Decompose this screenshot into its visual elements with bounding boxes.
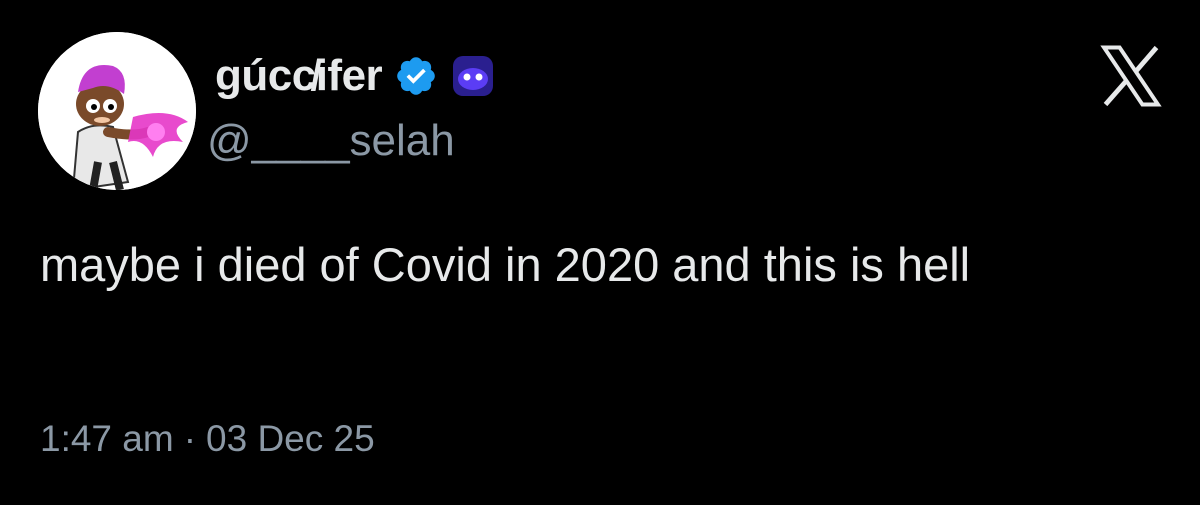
tweet-timestamp: 1:47 am · 03 Dec 25 [40,418,375,460]
x-logo-icon[interactable] [1093,40,1169,112]
author-display-name[interactable]: gúcc̸ifer [215,51,383,101]
tweet-card: gúcc̸ifer @____selah maybe i died of Cov… [0,0,1200,505]
tweet-time[interactable]: 1:47 am [40,418,174,460]
tweet-date[interactable]: 03 Dec 25 [206,418,375,460]
author-avatar[interactable] [38,32,196,190]
tweet-text: maybe i died of Covid in 2020 and this i… [40,238,971,291]
verified-badge-icon [394,54,438,98]
author-handle[interactable]: @____selah [207,116,455,166]
meta-separator: · [183,418,197,459]
cartoon-character-avatar-icon [38,32,196,190]
purple-blob-emoji-icon [452,55,494,97]
author-name-row: gúcc̸ifer [215,40,494,112]
